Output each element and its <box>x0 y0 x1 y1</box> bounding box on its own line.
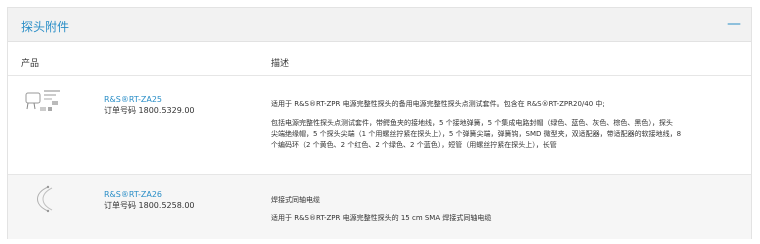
order-number: 订单号码 1800.5258.00 <box>104 201 195 210</box>
order-number: 订单号码 1800.5329.00 <box>104 106 195 115</box>
description-line: 适用于 R&S®RT-ZPR 电源完整性探头的备用电源完整性探头点测试套件。包含… <box>271 100 605 108</box>
collapse-icon[interactable]: — <box>727 17 741 31</box>
panel-title: 探头附件 <box>21 20 70 34</box>
description-line: 焊接式同轴电缆 <box>271 196 320 204</box>
probe-accessory-set-icon <box>25 90 60 111</box>
column-header-description: 描述 <box>271 59 290 69</box>
product-link-rt-za26[interactable]: R&S®RT-ZA26 <box>104 190 162 199</box>
header-divider <box>8 75 751 76</box>
probe-accessories-panel: 探头附件 — 产品 描述 R&S®RT-ZA25 订单号码 1800.5329.… <box>7 7 752 239</box>
panel-header[interactable]: 探头附件 — <box>8 8 751 42</box>
coax-cable-icon <box>37 185 53 213</box>
column-header-product: 产品 <box>21 59 40 69</box>
product-link-rt-za25[interactable]: R&S®RT-ZA25 <box>104 95 162 104</box>
description-line: 个编码环（2 个黄色、2 个红色、2 个绿色、2 个蓝色），短管（用螺丝拧紧在探… <box>271 141 557 149</box>
description-line: 尖端绝缘帽，5 个探头尖端（1 个用螺丝拧紧在探头上），5 个弹簧尖端，弹簧钩，… <box>271 130 682 138</box>
table-row: R&S®RT-ZA26 订单号码 1800.5258.00 焊接式同轴电缆 适用… <box>8 175 751 239</box>
description-line: 包括电源完整性探头点测试套件，带鳄鱼夹的接地线，5 个接地弹簧，5 个集成电路封… <box>271 119 673 127</box>
description-line: 适用于 R&S®RT-ZPR 电源完整性探头的 15 cm SMA 焊接式同轴电… <box>271 214 492 222</box>
row-divider <box>8 174 751 175</box>
